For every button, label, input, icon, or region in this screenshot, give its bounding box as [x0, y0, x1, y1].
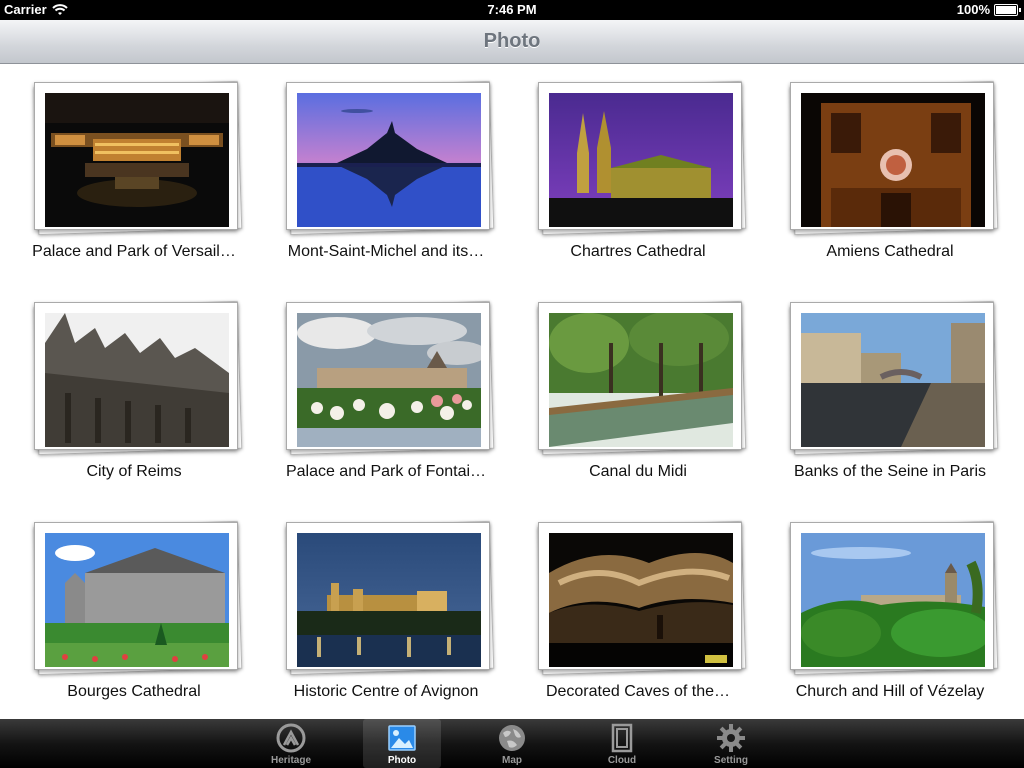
- gear-icon: [717, 724, 745, 752]
- tab-photo[interactable]: Photo: [363, 719, 441, 768]
- photo-caption: Banks of the Seine in Paris: [793, 463, 987, 480]
- photo-item[interactable]: Palace and Park of Versail…: [0, 64, 252, 284]
- photo-item[interactable]: Decorated Caves of the…: [504, 504, 756, 724]
- photo-caption: Canal du Midi: [589, 463, 687, 480]
- photo-thumbnail: [297, 533, 481, 667]
- photo-caption: City of Reims: [86, 463, 182, 480]
- photo-thumbnail: [801, 533, 985, 667]
- photo-thumbnail: [45, 93, 229, 227]
- tab-bar: Heritage Photo Map Cloud Setting: [0, 719, 1024, 768]
- photo-frame: [33, 520, 243, 676]
- photo-frame: [789, 80, 999, 236]
- photo-item[interactable]: Mont-Saint-Michel and its…: [252, 64, 504, 284]
- photo-icon: [388, 725, 416, 751]
- status-bar: Carrier 7:46 PM 100%: [0, 0, 1024, 20]
- photo-item[interactable]: Amiens Cathedral: [756, 64, 1008, 284]
- photo-item[interactable]: Church and Hill of Vézelay: [756, 504, 1008, 724]
- navigation-bar: Photo: [0, 20, 1024, 64]
- photo-frame: [537, 80, 747, 236]
- photo-item[interactable]: Bourges Cathedral: [0, 504, 252, 724]
- photo-item[interactable]: Chartres Cathedral: [504, 64, 756, 284]
- tab-label: Setting: [714, 755, 748, 766]
- tab-setting[interactable]: Setting: [692, 719, 770, 768]
- photo-frame: [285, 520, 495, 676]
- photo-caption: Palace and Park of Versail…: [32, 243, 236, 260]
- page-title: Photo: [483, 30, 541, 52]
- photo-caption: Mont-Saint-Michel and its…: [287, 243, 485, 260]
- photo-frame: [789, 520, 999, 676]
- tab-map[interactable]: Map: [473, 719, 551, 768]
- clock: 7:46 PM: [487, 2, 537, 17]
- photo-frame: [789, 300, 999, 456]
- photo-frame: [33, 300, 243, 456]
- photo-grid: Palace and Park of Versail… Mont-Saint-M…: [0, 64, 1024, 719]
- tab-heritage[interactable]: Heritage: [252, 719, 330, 768]
- photo-frame: [285, 80, 495, 236]
- tab-label: Map: [502, 755, 522, 766]
- photo-frame: [285, 300, 495, 456]
- photo-thumbnail: [801, 93, 985, 227]
- photo-thumbnail: [45, 533, 229, 667]
- photo-thumbnail: [45, 313, 229, 447]
- photo-thumbnail: [801, 313, 985, 447]
- photo-thumbnail: [297, 313, 481, 447]
- tab-label: Cloud: [607, 755, 637, 766]
- photo-caption: Amiens Cathedral: [826, 243, 954, 260]
- photo-caption: Palace and Park of Fontai…: [285, 463, 487, 480]
- photo-item[interactable]: Palace and Park of Fontai…: [252, 284, 504, 504]
- photo-caption: Decorated Caves of the…: [545, 683, 731, 700]
- photo-caption: Church and Hill of Vézelay: [795, 683, 985, 700]
- battery-info: 100%: [956, 2, 1021, 17]
- photo-item[interactable]: City of Reims: [0, 284, 252, 504]
- tab-label: Photo: [387, 755, 417, 766]
- tab-cloud[interactable]: Cloud: [583, 719, 661, 768]
- photo-frame: [537, 520, 747, 676]
- photo-thumbnail: [549, 313, 733, 447]
- cloud-icon: [611, 723, 633, 753]
- photo-caption: Bourges Cathedral: [67, 683, 201, 700]
- photo-caption: Historic Centre of Avignon: [293, 683, 479, 700]
- photo-item[interactable]: Historic Centre of Avignon: [252, 504, 504, 724]
- battery-icon: [994, 3, 1021, 16]
- battery-percent: 100%: [956, 2, 990, 17]
- photo-thumbnail: [549, 93, 733, 227]
- photo-frame: [33, 80, 243, 236]
- photo-frame: [537, 300, 747, 456]
- photo-thumbnail: [549, 533, 733, 667]
- photo-caption: Chartres Cathedral: [570, 243, 706, 260]
- heritage-icon: [276, 723, 306, 753]
- tab-label: Heritage: [270, 755, 311, 766]
- globe-icon: [499, 725, 525, 751]
- photo-thumbnail: [297, 93, 481, 227]
- photo-item[interactable]: Banks of the Seine in Paris: [756, 284, 1008, 504]
- photo-item[interactable]: Canal du Midi: [504, 284, 756, 504]
